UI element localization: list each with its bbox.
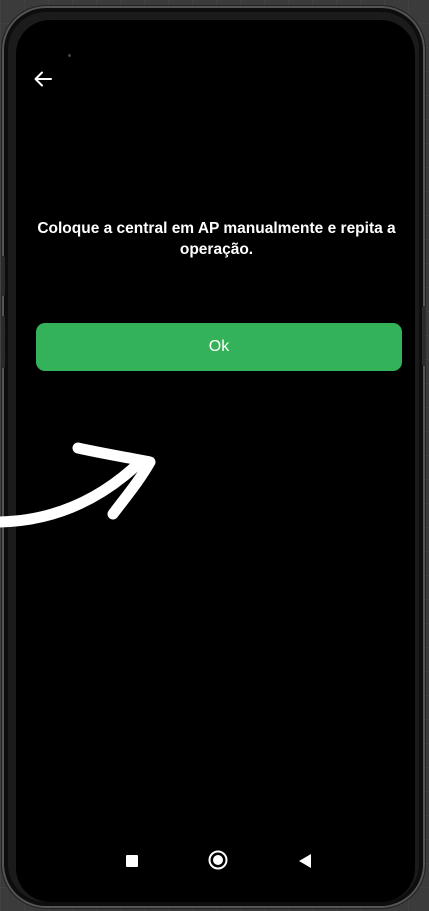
curved-arrow-annotation	[0, 442, 156, 528]
